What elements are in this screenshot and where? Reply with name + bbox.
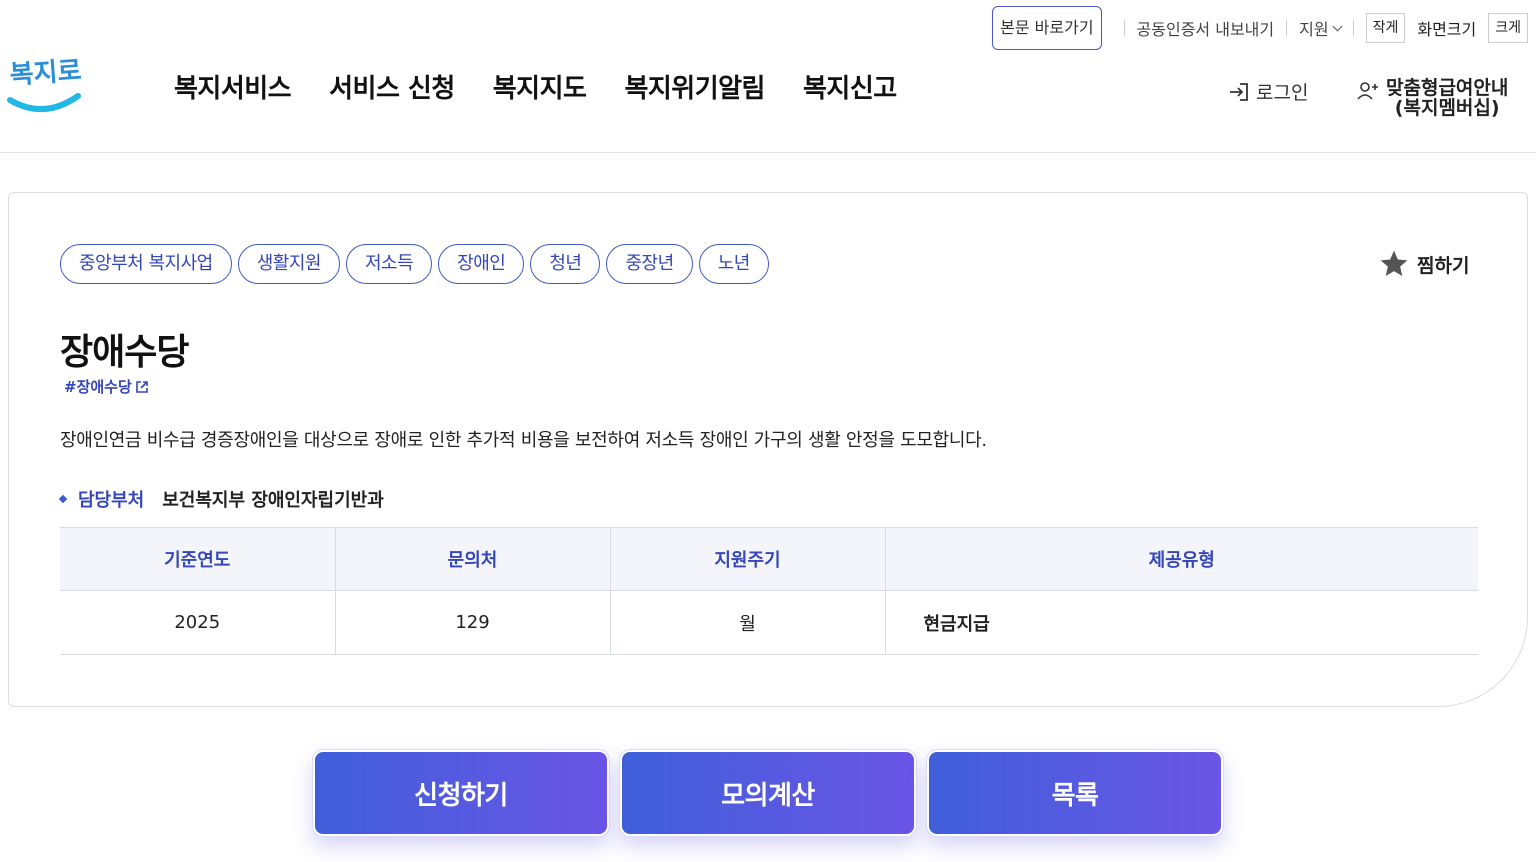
nav-service-apply[interactable]: 서비스 신청 — [329, 68, 455, 105]
simulate-button[interactable]: 모의계산 — [619, 749, 917, 837]
department-info: 담당부처 보건복지부 장애인자립기반과 — [58, 486, 384, 512]
tag-middle-aged[interactable]: 중장년 — [606, 244, 693, 284]
site-logo[interactable]: 복지로 — [6, 52, 86, 122]
nav-crisis-alert[interactable]: 복지위기알림 — [624, 68, 765, 105]
chevron-down-icon — [1332, 21, 1343, 31]
external-link-icon — [135, 380, 148, 393]
svg-text:복지로: 복지로 — [9, 56, 83, 91]
header-contact: 문의처 — [335, 527, 611, 591]
login-label: 로그인 — [1256, 82, 1309, 104]
bullet-icon — [58, 494, 68, 504]
membership-label-line2: (복지멤버십) — [1394, 97, 1500, 119]
table-header-row: 기준연도 문의처 지원주기 제공유형 — [60, 527, 1478, 591]
service-description: 장애인연금 비수급 경증장애인을 대상으로 장애로 인한 추가적 비용을 보전하… — [60, 430, 987, 451]
divider — [1286, 20, 1288, 36]
cell-base-year: 2025 — [60, 590, 336, 655]
department-label: 담당부처 — [78, 490, 145, 511]
category-tags: 중앙부처 복지사업 생활지원 저소득 장애인 청년 중장년 노년 — [60, 244, 769, 284]
nav-welfare-map[interactable]: 복지지도 — [493, 68, 587, 105]
cert-export-link[interactable]: 공동인증서 내보내기 — [1137, 16, 1275, 40]
favorite-label: 찜하기 — [1417, 254, 1470, 277]
header-support-cycle: 지원주기 — [610, 527, 886, 591]
tag-disabled[interactable]: 장애인 — [438, 244, 525, 284]
membership-label: 맞춤형급여안내 (복지멤버십) — [1386, 78, 1508, 118]
tag-youth[interactable]: 청년 — [530, 244, 601, 284]
login-button[interactable]: 로그인 — [1228, 78, 1308, 105]
membership-button[interactable]: 맞춤형급여안내 (복지멤버십) — [1356, 78, 1508, 118]
tag-low-income[interactable]: 저소득 — [345, 244, 433, 284]
add-user-icon — [1357, 82, 1378, 100]
cell-support-cycle: 월 — [610, 590, 886, 655]
header-base-year: 기준연도 — [60, 527, 336, 591]
font-size-large-button[interactable]: 크게 — [1488, 13, 1528, 43]
tag-central-ministry[interactable]: 중앙부처 복지사업 — [60, 244, 232, 284]
nav-welfare-report[interactable]: 복지신고 — [803, 68, 897, 105]
tag-elderly[interactable]: 노년 — [698, 244, 769, 284]
service-info-table: 기준연도 문의처 지원주기 제공유형 2025 129 월 현금지급 — [60, 527, 1478, 655]
support-dropdown[interactable]: 지원 — [1299, 16, 1343, 40]
skip-to-content-link[interactable]: 본문 바로가기 — [992, 6, 1102, 50]
utility-bar: 본문 바로가기 공동인증서 내보내기 지원 작게 화면크기 크게 — [992, 6, 1528, 50]
tag-living-support[interactable]: 생활지원 — [237, 244, 340, 284]
favorite-button[interactable]: 찜하기 — [1377, 248, 1469, 280]
cell-provision-type: 현금지급 — [885, 590, 1478, 655]
action-buttons: 신청하기 모의계산 목록 — [312, 749, 1224, 837]
header-divider — [0, 152, 1536, 153]
bokjiro-logo-icon: 복지로 — [7, 56, 83, 113]
divider — [1352, 20, 1354, 36]
divider — [1123, 20, 1125, 36]
hashtag-link[interactable]: #장애수당 — [64, 376, 149, 397]
department-value: 보건복지부 장애인자립기반과 — [162, 490, 384, 511]
font-size-label: 화면크기 — [1417, 20, 1477, 39]
table-row: 2025 129 월 현금지급 — [60, 590, 1478, 655]
cell-contact: 129 — [335, 590, 611, 655]
apply-button[interactable]: 신청하기 — [312, 749, 610, 837]
star-icon — [1380, 250, 1408, 276]
header-provision-type: 제공유형 — [885, 527, 1478, 591]
service-detail-card: 중앙부처 복지사업 생활지원 저소득 장애인 청년 중장년 노년 찜하기 장애수… — [8, 192, 1528, 707]
page-title: 장애수당 — [60, 332, 189, 373]
font-size-small-button[interactable]: 작게 — [1365, 13, 1406, 43]
main-nav: 복지서비스 서비스 신청 복지지도 복지위기알림 복지신고 — [174, 68, 897, 105]
support-label: 지원 — [1299, 20, 1329, 39]
login-icon — [1230, 82, 1248, 101]
hashtag-label: #장애수당 — [64, 378, 132, 396]
membership-label-line1: 맞춤형급여안내 — [1386, 77, 1509, 99]
list-button[interactable]: 목록 — [926, 749, 1224, 837]
nav-welfare-services[interactable]: 복지서비스 — [174, 68, 292, 105]
